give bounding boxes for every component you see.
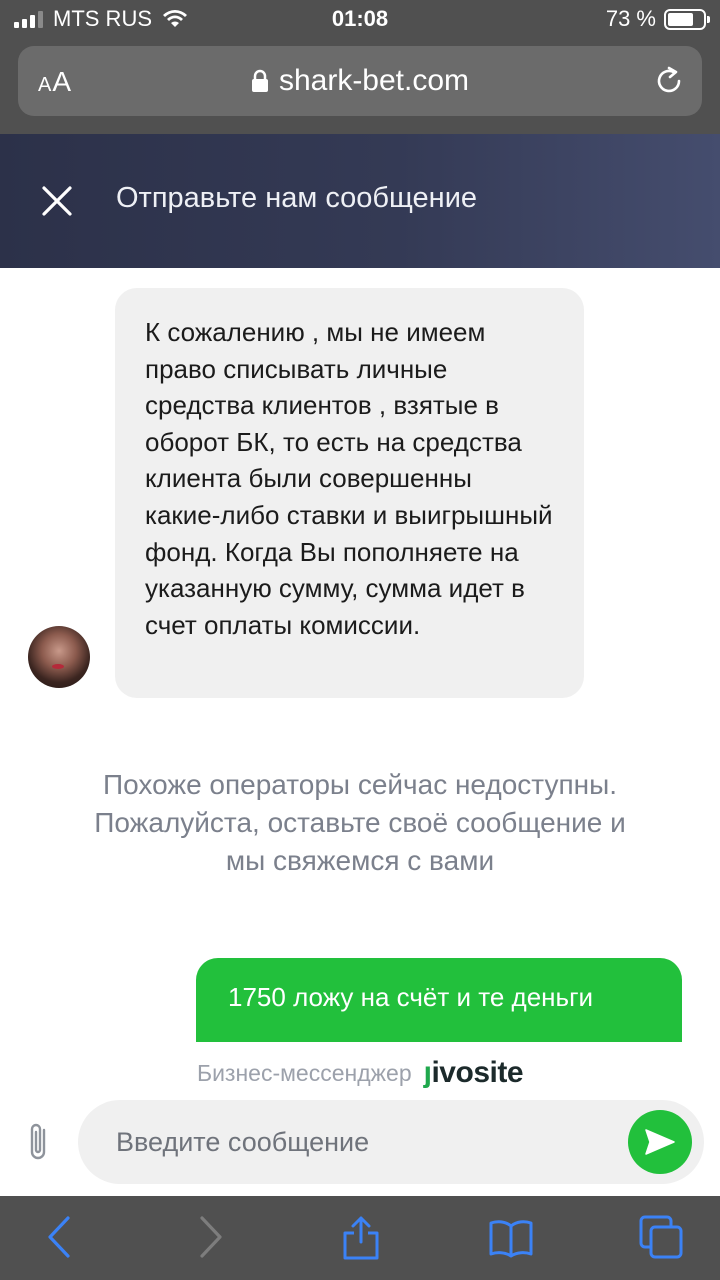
bookmarks-icon[interactable] (488, 1214, 534, 1260)
address-bar[interactable]: AA shark-bet.com (18, 46, 702, 116)
reload-icon[interactable] (652, 64, 686, 98)
browser-address-area: AA shark-bet.com (0, 40, 720, 134)
battery-icon (664, 8, 710, 30)
share-icon[interactable] (338, 1214, 384, 1260)
paperclip-icon[interactable] (24, 1120, 56, 1164)
send-icon (645, 1129, 675, 1155)
battery-percent: 73 % (605, 6, 656, 31)
browser-toolbar (0, 1196, 720, 1280)
operator-avatar (28, 626, 90, 688)
send-button[interactable] (628, 1110, 692, 1174)
message-input[interactable] (116, 1100, 596, 1184)
lock-icon (251, 69, 268, 92)
back-icon[interactable] (38, 1214, 84, 1260)
url-display[interactable]: shark-bet.com (18, 64, 702, 98)
chat-header: Отправьте нам сообщение (0, 134, 720, 268)
chat-title: Отправьте нам сообщение (116, 182, 478, 214)
message-input-wrapper (78, 1100, 704, 1184)
url-text: shark-bet.com (278, 64, 470, 97)
status-bar: MTS RUS 01:08 73 % (0, 0, 720, 40)
offline-notice: Похоже операторы сейчас недоступны. Пожа… (94, 769, 626, 876)
forward-icon[interactable] (186, 1214, 232, 1260)
jivosite-logo[interactable]: ȷivosite (424, 1056, 524, 1090)
branding: Бизнес-мессенджер ȷivosite (0, 1050, 720, 1096)
operator-message-text: К сожалению , мы не имеем право списыват… (145, 317, 553, 640)
operator-message-bubble: К сожалению , мы не имеем право списыват… (115, 288, 584, 698)
user-message-text: 1750 ложу на счёт и те деньги (228, 982, 594, 1012)
close-icon[interactable] (40, 184, 74, 218)
chat-messages[interactable]: К сожалению , мы не имеем право списыват… (0, 268, 720, 1042)
status-right: 73 % (605, 6, 710, 32)
branding-label: Бизнес-мессенджер (196, 1059, 412, 1086)
tabs-icon[interactable] (638, 1214, 684, 1260)
user-message-bubble: 1750 ложу на счёт и те деньги (196, 958, 682, 1042)
message-input-row (0, 1096, 720, 1196)
